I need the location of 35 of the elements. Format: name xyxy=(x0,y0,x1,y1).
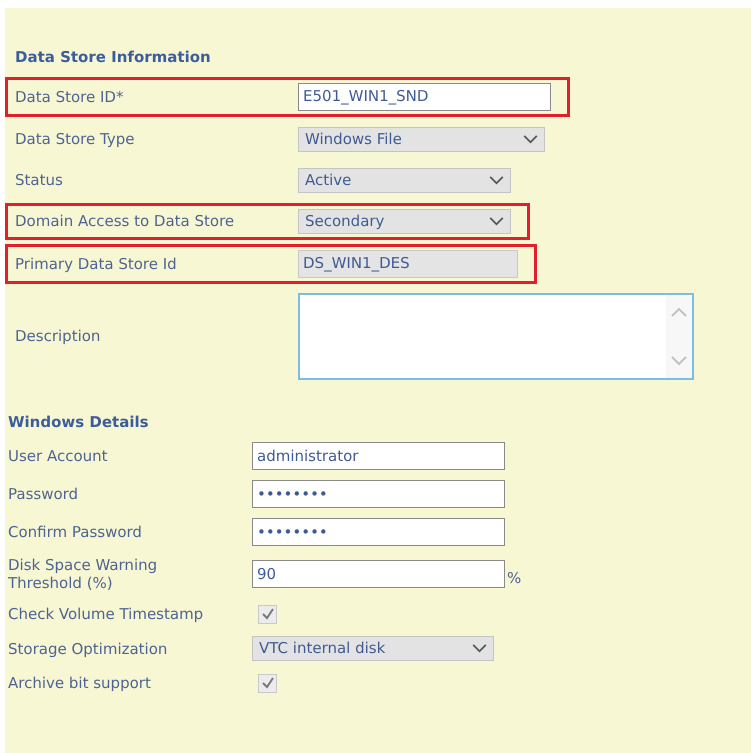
field-label: Disk Space Warning Threshold (%) xyxy=(8,556,158,592)
dropdown[interactable]: VTC internal disk xyxy=(252,636,494,661)
field-label: Primary Data Store Id xyxy=(15,254,177,272)
field-label: Confirm Password xyxy=(8,523,142,541)
input-field[interactable]: 90 xyxy=(252,560,505,588)
description-field[interactable] xyxy=(298,292,694,380)
section-heading: Data Store Information xyxy=(15,47,211,68)
checkbox[interactable] xyxy=(258,604,277,624)
scroll-up-icon[interactable] xyxy=(671,306,687,316)
field-label: Description xyxy=(15,327,100,345)
dropdown[interactable]: Active xyxy=(298,168,511,192)
scroll-down-icon[interactable] xyxy=(671,356,687,366)
field-label: Data Store Type xyxy=(15,130,134,148)
field-label: Check Volume Timestamp xyxy=(8,605,204,623)
password-field[interactable]: •••••••• xyxy=(252,480,505,508)
unit-label: % xyxy=(507,568,522,589)
chevron-down-icon xyxy=(523,134,538,144)
section-heading: Windows Details xyxy=(8,412,149,432)
readonly-field: DS_WIN1_DES xyxy=(298,250,518,278)
dropdown[interactable]: Secondary xyxy=(298,208,511,234)
field-label: Domain Access to Data Store xyxy=(15,212,234,230)
dropdown[interactable]: Windows File xyxy=(298,126,545,152)
field-label: Storage Optimization xyxy=(8,640,168,658)
field-label: Archive bit support xyxy=(8,674,151,692)
field-label: Data Store ID* xyxy=(15,88,124,106)
field-label: Password xyxy=(8,485,78,503)
field-label: User Account xyxy=(8,447,108,465)
field-label: Status xyxy=(15,171,63,189)
chevron-down-icon xyxy=(489,176,504,184)
chevron-down-icon xyxy=(489,216,504,226)
input-field[interactable]: administrator xyxy=(252,442,505,470)
input-field[interactable]: E501_WIN1_SND xyxy=(298,82,551,110)
chevron-down-icon xyxy=(472,644,487,653)
password-field[interactable]: •••••••• xyxy=(252,518,505,546)
checkbox[interactable] xyxy=(258,674,277,692)
